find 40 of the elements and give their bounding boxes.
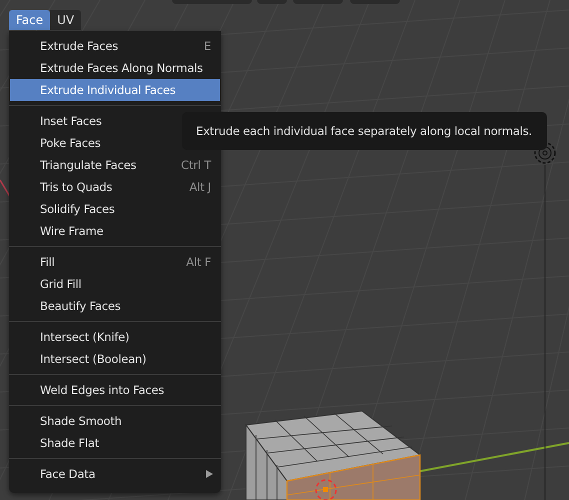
menu-bar-tab[interactable]: Face xyxy=(9,10,50,30)
menu-item[interactable]: Grid Fill xyxy=(9,273,221,295)
tooltip-text: Extrude each individual face separately along local normals. xyxy=(196,124,532,138)
menu-item-label: Shade Smooth xyxy=(40,414,123,428)
menu-item[interactable]: Extrude Individual Faces xyxy=(10,79,220,101)
menu-item-label: Wire Frame xyxy=(40,224,104,238)
menu-item-label: Extrude Faces xyxy=(40,39,120,53)
menu-item[interactable]: Extrude Faces Along Normals xyxy=(9,57,221,79)
menu-item[interactable]: Weld Edges into Faces xyxy=(9,379,221,401)
shortcut-label: Alt F xyxy=(186,255,211,269)
menu-item[interactable]: Face Data xyxy=(9,463,221,485)
menu-item[interactable]: Shade Flat xyxy=(9,432,221,454)
menu-item-label: Beautify Faces xyxy=(40,299,122,313)
menu-item-label: Solidify Faces xyxy=(40,202,116,216)
menu-item-label: Poke Faces xyxy=(40,136,102,150)
menu-item[interactable]: Triangulate Faces Ctrl T xyxy=(9,154,221,176)
menu-bar-tab[interactable]: UV xyxy=(50,10,82,30)
menu-item[interactable]: Intersect (Boolean) xyxy=(9,348,221,370)
menu-item-label: Extrude Individual Faces xyxy=(40,83,176,97)
menu-item[interactable]: Wire Frame xyxy=(9,220,221,242)
menu-item-label: Shade Flat xyxy=(40,436,100,450)
menu-item-label: Triangulate Faces xyxy=(40,158,138,172)
menu-item[interactable]: Extrude Faces E xyxy=(9,35,221,57)
shortcut-label: Ctrl T xyxy=(181,158,211,172)
menu-item[interactable]: Shade Smooth xyxy=(9,410,221,432)
shortcut-label: E xyxy=(204,39,211,53)
menu-item-label: Grid Fill xyxy=(40,277,82,291)
menu-item-label: Weld Edges into Faces xyxy=(40,383,165,397)
menu-item-label: Intersect (Knife) xyxy=(40,330,130,344)
menu-item[interactable]: Fill Alt F xyxy=(9,251,221,273)
menu-item-label: Tris to Quads xyxy=(40,180,114,194)
menu-item-label: Extrude Faces Along Normals xyxy=(40,61,204,75)
menu-item[interactable]: Solidify Faces xyxy=(9,198,221,220)
menu-item-label: Fill xyxy=(40,255,56,269)
menu-item[interactable]: Intersect (Knife) xyxy=(9,326,221,348)
menu-item[interactable]: Tris to Quads Alt J xyxy=(9,176,221,198)
menu-item-label: Intersect (Boolean) xyxy=(40,352,148,366)
menu-item-label: Face Data xyxy=(40,467,96,481)
shortcut-label: Alt J xyxy=(189,180,211,194)
menu-item[interactable]: Beautify Faces xyxy=(9,295,221,317)
